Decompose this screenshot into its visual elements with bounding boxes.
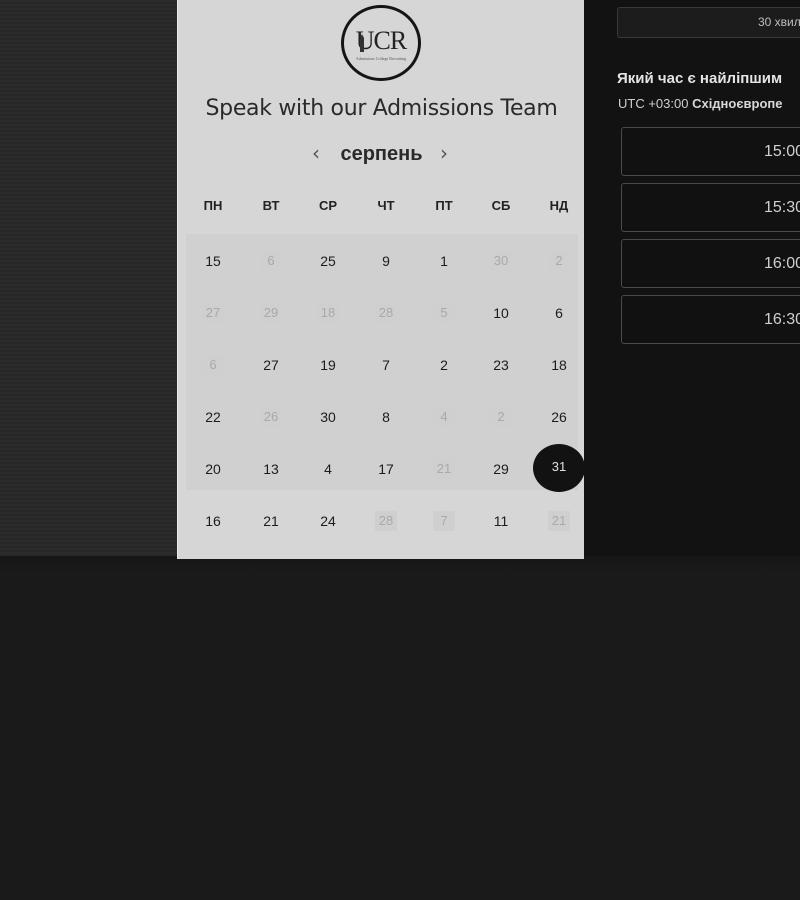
calendar-day[interactable]: 25 xyxy=(313,251,343,271)
calendar-day: 2 xyxy=(490,407,512,427)
calendar-day[interactable]: 22 xyxy=(198,407,228,427)
calendar-day: 18 xyxy=(317,303,339,323)
calendar-day: 21 xyxy=(433,459,455,479)
weekday-header: ПН ВТ СР ЧТ ПТ СБ НД xyxy=(178,198,585,218)
calendar-day: 2 xyxy=(548,251,570,271)
ucr-logo: UCR Admissions College Recruiting xyxy=(341,5,421,81)
calendar-day[interactable]: 2 xyxy=(429,355,459,375)
month-label: серпень xyxy=(340,143,423,165)
calendar-day[interactable]: 1 xyxy=(429,251,459,271)
calendar-day[interactable]: 18 xyxy=(544,355,574,375)
time-slot-button[interactable]: 15:00 xyxy=(621,127,800,176)
calendar-day: 27 xyxy=(202,303,224,323)
calendar-day[interactable]: 26 xyxy=(544,407,574,427)
calendar-day: 26 xyxy=(260,407,282,427)
calendar-day: 21 xyxy=(548,511,570,531)
time-slot-button[interactable]: 16:30 xyxy=(621,295,800,344)
calendar-day: 30 xyxy=(490,251,512,271)
weekday-label: СБ xyxy=(491,198,511,213)
calendar-day: 28 xyxy=(375,303,397,323)
weekday-label: НД xyxy=(549,198,569,213)
calendar-day[interactable]: 27 xyxy=(256,355,286,375)
weekday-label: ПТ xyxy=(435,198,453,213)
lower-shadow xyxy=(0,556,800,578)
tower-icon xyxy=(360,34,364,52)
calendar-day: 6 xyxy=(202,355,224,375)
time-question-heading: Який час є найліпшим xyxy=(617,70,783,87)
calendar-day[interactable]: 30 xyxy=(313,407,343,427)
weekday-label: СР xyxy=(318,198,338,213)
calendar-day: 7 xyxy=(433,511,455,531)
weekday-label: ВТ xyxy=(262,198,280,213)
next-month-chevron-icon[interactable]: › xyxy=(440,142,448,164)
calendar-day[interactable]: 16 xyxy=(198,511,228,531)
calendar-day[interactable]: 24 xyxy=(313,511,343,531)
calendar-day[interactable]: 19 xyxy=(313,355,343,375)
calendar-day-selected[interactable]: 31 xyxy=(533,444,585,492)
calendar-day: 4 xyxy=(433,407,455,427)
calendar-day[interactable]: 9 xyxy=(371,251,401,271)
calendar-day: 5 xyxy=(433,303,455,323)
calendar-day[interactable]: 10 xyxy=(486,303,516,323)
calendar-day[interactable]: 11 xyxy=(486,511,516,531)
calendar-day[interactable]: 6 xyxy=(544,303,574,323)
weekday-label: ПН xyxy=(203,198,223,213)
time-slot-button[interactable]: 16:00 xyxy=(621,239,800,288)
timezone-label: UTC +03:00 Східноєвропе xyxy=(618,96,783,111)
timezone-name: Східноєвропе xyxy=(692,96,783,111)
calendar-day[interactable]: 17 xyxy=(371,459,401,479)
calendar-day[interactable]: 7 xyxy=(371,355,401,375)
calendar-day[interactable]: 21 xyxy=(256,511,286,531)
time-slot-button[interactable]: 15:30 xyxy=(621,183,800,232)
calendar-day[interactable]: 23 xyxy=(486,355,516,375)
calendar-day[interactable]: 29 xyxy=(486,459,516,479)
weekday-label: ЧТ xyxy=(377,198,395,213)
calendar-day: 29 xyxy=(260,303,282,323)
page-title: Speak with our Admissions Team xyxy=(205,96,558,121)
timezone-offset: UTC +03:00 xyxy=(618,96,693,111)
logo-subtitle: Admissions College Recruiting xyxy=(355,56,407,61)
calendar-panel: UCR Admissions College Recruiting Speak … xyxy=(177,0,585,559)
month-navigation: ‹ серпень › xyxy=(178,140,585,170)
calendar-day[interactable]: 8 xyxy=(371,407,401,427)
calendar-day[interactable]: 15 xyxy=(198,251,228,271)
left-background-strip xyxy=(0,0,178,560)
calendar-day[interactable]: 13 xyxy=(256,459,286,479)
calendar-day: 28 xyxy=(375,511,397,531)
calendar-day[interactable]: 20 xyxy=(198,459,228,479)
calendar-day: 6 xyxy=(260,251,282,271)
duration-selector[interactable]: 30 хвил xyxy=(617,7,800,38)
calendar-day[interactable]: 4 xyxy=(313,459,343,479)
